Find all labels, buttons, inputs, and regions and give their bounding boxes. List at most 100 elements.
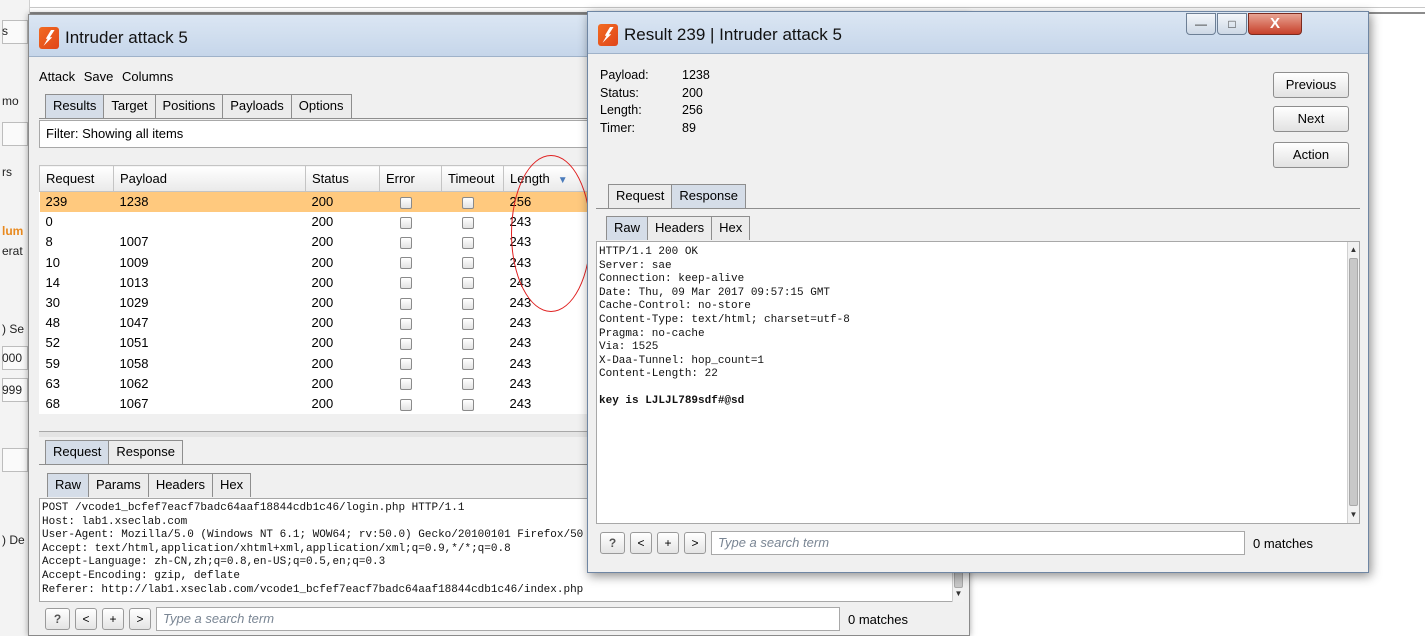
previous-button[interactable]: Previous: [1273, 72, 1349, 98]
response-line: Pragma: no-cache: [599, 327, 705, 340]
table-row[interactable]: 59 1058 200 243: [40, 353, 604, 373]
column-header-timeout[interactable]: Timeout: [441, 165, 504, 192]
scroll-thumb[interactable]: [1349, 258, 1358, 506]
cell-status: 200: [311, 375, 334, 391]
response-scrollbar[interactable]: ▲ ▼: [1347, 242, 1359, 523]
scroll-down-icon[interactable]: ▼: [1348, 509, 1359, 521]
table-row[interactable]: 68 1067 200 243: [40, 393, 604, 413]
close-button[interactable]: X: [1248, 13, 1302, 35]
table-row[interactable]: 63 1062 200 243: [40, 373, 604, 393]
checkbox: [399, 337, 412, 350]
tab-headers[interactable]: Headers: [647, 216, 713, 240]
info-label: Length:: [600, 103, 642, 117]
cell-error: [379, 191, 442, 212]
minimize-button[interactable]: —: [1186, 13, 1216, 35]
cell-payload: 1058: [119, 355, 149, 371]
cell-timeout: [442, 232, 504, 252]
menu-save[interactable]: Save: [84, 69, 114, 84]
info-value: 1238: [682, 68, 710, 82]
table-row[interactable]: 0 200 243: [40, 212, 604, 232]
table-row[interactable]: 239 1238 200 256: [39, 191, 604, 212]
response-line: Server: sae: [599, 259, 672, 272]
column-header-payload[interactable]: Payload: [113, 165, 306, 192]
response-editor[interactable]: HTTP/1.1 200 OK Server: sae Connection: ke…: [596, 241, 1360, 524]
tab-request[interactable]: Request: [608, 184, 673, 208]
result-window: Result 239 | Intruder attack 5 — □ X Pay…: [587, 11, 1369, 573]
help-button[interactable]: ?: [45, 608, 70, 630]
cell-status: 200: [311, 355, 334, 371]
cell-error: [380, 333, 442, 353]
results-table: Request Payload Status Error Timeout Len…: [39, 165, 604, 414]
menu-columns[interactable]: Columns: [122, 69, 173, 84]
cell-error: [380, 252, 442, 272]
info-value: 200: [682, 85, 703, 100]
scroll-down-icon[interactable]: ▼: [953, 588, 964, 600]
help-button[interactable]: ?: [600, 532, 625, 554]
checkbox: [399, 378, 412, 391]
checkbox: [399, 398, 412, 411]
tab-headers[interactable]: Headers: [147, 473, 213, 497]
tab-request[interactable]: Request: [45, 440, 110, 464]
table-row[interactable]: 8 1007 200 243: [40, 232, 604, 252]
response-line: HTTP/1.1 200 OK: [599, 246, 699, 258]
search-next-button[interactable]: >: [129, 608, 151, 630]
search-add-button[interactable]: +: [657, 532, 679, 554]
window-title: Intruder attack 5: [65, 28, 188, 47]
cell-payload: 1238: [113, 191, 306, 212]
result-titlebar[interactable]: Result 239 | Intruder attack 5 — □ X: [588, 12, 1368, 54]
table-row[interactable]: 30 1029 200 243: [40, 292, 604, 312]
tab-hex[interactable]: Hex: [711, 216, 751, 240]
cell-payload: 1067: [119, 395, 149, 411]
cell-timeout: [442, 353, 504, 373]
table-row[interactable]: 14 1013 200 243: [40, 272, 604, 292]
tab-payloads[interactable]: Payloads: [222, 94, 292, 118]
response-line: Date: Thu, 09 Mar 2017 09:57:15 GMT: [599, 286, 831, 299]
tab-positions[interactable]: Positions: [154, 94, 224, 118]
checkbox: [461, 297, 474, 310]
column-header-request[interactable]: Request: [39, 165, 114, 192]
column-header-status[interactable]: Status: [305, 165, 380, 192]
menu-attack[interactable]: Attack: [39, 69, 75, 84]
scroll-up-icon[interactable]: ▲: [1348, 244, 1359, 256]
menu-bar: Attack Save Columns: [39, 69, 178, 84]
column-header-error[interactable]: Error: [379, 165, 442, 192]
cell-request: 14: [45, 274, 60, 290]
next-button[interactable]: Next: [1273, 106, 1349, 132]
tab-raw[interactable]: Raw: [606, 216, 649, 240]
cell-error: [380, 292, 442, 312]
action-button[interactable]: Action: [1273, 142, 1349, 168]
search-next-button[interactable]: >: [684, 532, 706, 554]
checkbox: [461, 337, 474, 350]
table-row[interactable]: 48 1047 200 243: [40, 313, 604, 333]
cell-status: 200: [311, 274, 334, 290]
tab-results[interactable]: Results: [45, 94, 105, 118]
tab-options[interactable]: Options: [290, 94, 352, 118]
tab-response[interactable]: Response: [671, 184, 746, 208]
table-row[interactable]: 10 1009 200 243: [40, 252, 604, 272]
tab-params[interactable]: Params: [88, 473, 149, 497]
tab-response[interactable]: Response: [108, 440, 183, 464]
request-line: Referer: http://lab1.xseclab.com/vcode1_…: [42, 583, 584, 596]
search-input[interactable]: Type a search term: [156, 607, 840, 631]
cell-status: 200: [305, 191, 380, 212]
cell-timeout: [442, 292, 504, 312]
response-subtab-bar: Raw Headers Hex: [606, 216, 751, 240]
search-input[interactable]: Type a search term: [711, 531, 1245, 555]
background-text: s: [2, 24, 8, 38]
tab-target[interactable]: Target: [103, 94, 156, 118]
cell-payload: 1051: [119, 335, 149, 351]
maximize-button[interactable]: □: [1217, 13, 1247, 35]
tab-hex[interactable]: Hex: [211, 473, 252, 497]
table-row[interactable]: 52 1051 200 243: [40, 333, 604, 353]
request-search-bar: ? < + > Type a search term 0 matches: [45, 607, 908, 631]
tab-raw[interactable]: Raw: [47, 473, 90, 497]
result-info: Payload: 1238 Status: 200 Length: 256 Timer…: [600, 67, 710, 137]
cell-payload: 1062: [119, 375, 149, 391]
search-prev-button[interactable]: <: [630, 532, 652, 554]
cell-timeout: [442, 252, 504, 272]
cell-request: 68: [45, 395, 60, 411]
cell-timeout: [442, 333, 504, 353]
cell-payload: [114, 212, 306, 232]
search-prev-button[interactable]: <: [75, 608, 97, 630]
search-add-button[interactable]: +: [102, 608, 124, 630]
